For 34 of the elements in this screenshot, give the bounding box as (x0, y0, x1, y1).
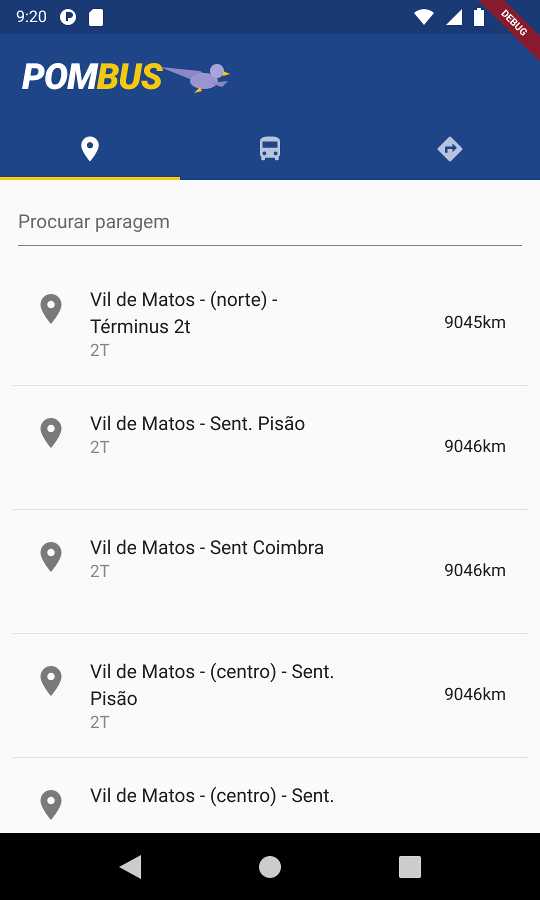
stop-code: 2T (90, 437, 111, 459)
map-pin-icon (38, 790, 64, 820)
sd-card-icon (88, 8, 103, 26)
map-pin-icon (38, 418, 64, 448)
stop-code: 2T (90, 712, 111, 734)
back-icon[interactable] (119, 854, 141, 878)
directions-icon (435, 134, 465, 164)
map-pin-icon (38, 542, 64, 572)
stop-code: 2T (90, 340, 111, 362)
stop-list-item[interactable]: Vil de Matos - Sent. Pisão 2T 9046km (12, 386, 528, 510)
search-field[interactable]: Procurar paragem (18, 198, 522, 246)
stop-name: Vil de Matos - (norte) - Términus 2t (90, 287, 278, 340)
stop-name: Vil de Matos - (centro) - Sent. Pisão (90, 659, 336, 712)
clock-text: 9:20 (16, 6, 47, 28)
map-pin-icon (38, 666, 64, 696)
map-pin-icon (38, 294, 64, 324)
signal-icon (446, 9, 462, 25)
distance-text: 9046km (444, 560, 507, 583)
stop-name: Vil de Matos - (centro) - Sent. (90, 783, 336, 809)
wifi-icon (414, 9, 434, 25)
stop-name: Vil de Matos - Sent. Pisão (90, 411, 306, 437)
stop-name: Vil de Matos - Sent Coimbra (90, 535, 326, 561)
logo-text: POMBUS (22, 59, 162, 95)
home-icon[interactable] (259, 856, 281, 878)
recents-icon[interactable] (399, 856, 421, 878)
distance-text: 9046km (444, 436, 507, 459)
distance-text: 9045km (444, 312, 507, 335)
battery-icon (474, 8, 484, 26)
stop-code: 2T (90, 561, 111, 583)
stop-list-item[interactable]: Vil de Matos - (centro) - Sent. Pisão 2T 9046km (12, 634, 528, 758)
notification-icon (58, 8, 77, 26)
distance-text: 9046km (444, 684, 507, 707)
stop-list-item[interactable]: Vil de Matos - (norte) - Términus 2t 2T 9045km (12, 262, 528, 386)
stop-list-item[interactable]: Vil de Matos - Sent Coimbra 2T 9046km (12, 510, 528, 634)
